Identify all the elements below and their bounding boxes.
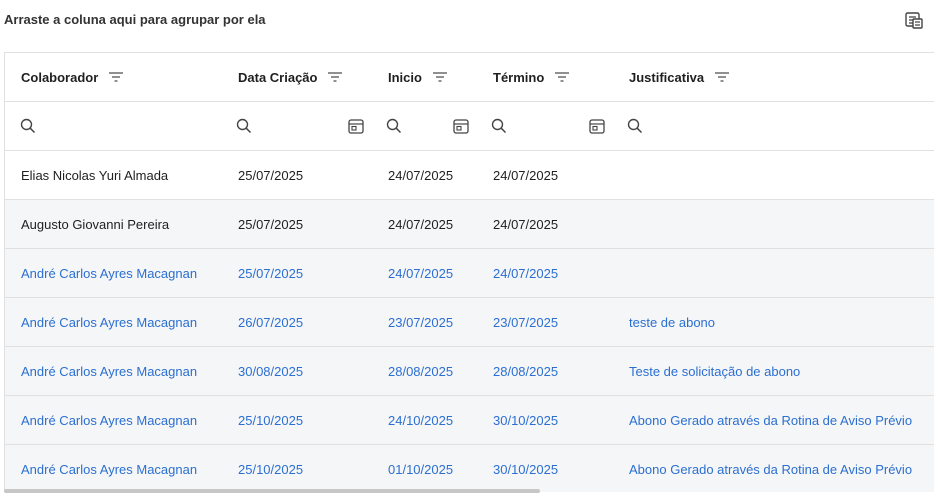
cell-termino: 30/10/2025	[493, 412, 559, 428]
filter-icon[interactable]	[714, 71, 730, 83]
cell-colaborador: André Carlos Ayres Macagnan	[21, 412, 198, 428]
cell-data-criacao: 30/08/2025	[238, 363, 304, 379]
cell-data-criacao: 25/10/2025	[238, 461, 304, 477]
column-header-justificativa[interactable]: Justificativa	[629, 53, 730, 101]
column-header-label: Justificativa	[629, 69, 705, 85]
cell-colaborador: André Carlos Ayres Macagnan	[21, 265, 198, 281]
table-row[interactable]: André Carlos Ayres Macagnan 25/10/2025 2…	[5, 396, 934, 445]
cell-inicio: 24/07/2025	[388, 167, 454, 183]
cell-data-criacao: 25/07/2025	[238, 167, 304, 183]
table-row[interactable]: André Carlos Ayres Macagnan 25/07/2025 2…	[5, 249, 934, 298]
calendar-icon[interactable]	[347, 117, 365, 135]
column-header-label: Inicio	[388, 69, 422, 85]
cell-colaborador: André Carlos Ayres Macagnan	[21, 314, 198, 330]
cell-justificativa: Abono Gerado através da Rotina de Aviso …	[629, 412, 913, 428]
data-grid: Colaborador Data Criação Inicio Término …	[4, 52, 934, 492]
cell-termino: 24/07/2025	[493, 216, 559, 232]
cell-justificativa: teste de abono	[629, 314, 716, 330]
table-row[interactable]: André Carlos Ayres Macagnan 26/07/2025 2…	[5, 298, 934, 347]
table-row[interactable]: André Carlos Ayres Macagnan 30/08/2025 2…	[5, 347, 934, 396]
cell-termino: 28/08/2025	[493, 363, 559, 379]
cell-termino: 23/07/2025	[493, 314, 559, 330]
cell-data-criacao: 25/07/2025	[238, 265, 304, 281]
column-header-label: Término	[493, 69, 545, 85]
filter-icon[interactable]	[554, 71, 570, 83]
cell-inicio: 24/07/2025	[388, 216, 454, 232]
cell-colaborador: André Carlos Ayres Macagnan	[21, 461, 198, 477]
cell-data-criacao: 25/10/2025	[238, 412, 304, 428]
cell-inicio: 01/10/2025	[388, 461, 454, 477]
column-header-data-criacao[interactable]: Data Criação	[238, 53, 343, 101]
column-chooser-icon	[905, 12, 923, 29]
filter-icon[interactable]	[108, 71, 124, 83]
cell-termino: 24/07/2025	[493, 265, 559, 281]
cell-termino: 30/10/2025	[493, 461, 559, 477]
cell-colaborador: Augusto Giovanni Pereira	[21, 216, 170, 232]
cell-justificativa: Abono Gerado através da Rotina de Aviso …	[629, 461, 913, 477]
cell-inicio: 24/10/2025	[388, 412, 454, 428]
calendar-icon[interactable]	[588, 117, 606, 135]
search-icon[interactable]	[385, 117, 403, 135]
column-header-termino[interactable]: Término	[493, 53, 570, 101]
filter-row	[5, 102, 934, 151]
search-icon[interactable]	[19, 117, 37, 135]
cell-inicio: 23/07/2025	[388, 314, 454, 330]
cell-data-criacao: 25/07/2025	[238, 216, 304, 232]
header-row: Colaborador Data Criação Inicio Término …	[5, 53, 934, 102]
cell-justificativa: Teste de solicitação de abono	[629, 363, 801, 379]
group-panel[interactable]: Arraste a coluna aqui para agrupar por e…	[0, 0, 934, 40]
cell-inicio: 28/08/2025	[388, 363, 454, 379]
search-icon[interactable]	[235, 117, 253, 135]
cell-inicio: 24/07/2025	[388, 265, 454, 281]
cell-data-criacao: 26/07/2025	[238, 314, 304, 330]
table-row[interactable]: Augusto Giovanni Pereira 25/07/2025 24/0…	[5, 200, 934, 249]
cell-colaborador: André Carlos Ayres Macagnan	[21, 363, 198, 379]
search-icon[interactable]	[490, 117, 508, 135]
table-row[interactable]: Elias Nicolas Yuri Almada 25/07/2025 24/…	[5, 151, 934, 200]
column-chooser-button[interactable]	[904, 10, 924, 30]
table-row[interactable]: André Carlos Ayres Macagnan 25/10/2025 0…	[5, 445, 934, 492]
group-panel-hint: Arraste a coluna aqui para agrupar por e…	[4, 12, 266, 27]
cell-colaborador: Elias Nicolas Yuri Almada	[21, 167, 169, 183]
search-icon[interactable]	[626, 117, 644, 135]
horizontal-scrollbar[interactable]	[4, 489, 540, 493]
column-header-label: Colaborador	[21, 69, 99, 85]
filter-icon[interactable]	[432, 71, 448, 83]
calendar-icon[interactable]	[452, 117, 470, 135]
filter-icon[interactable]	[327, 71, 343, 83]
cell-termino: 24/07/2025	[493, 167, 559, 183]
column-header-inicio[interactable]: Inicio	[388, 53, 448, 101]
column-header-label: Data Criação	[238, 69, 318, 85]
column-header-colaborador[interactable]: Colaborador	[21, 53, 124, 101]
